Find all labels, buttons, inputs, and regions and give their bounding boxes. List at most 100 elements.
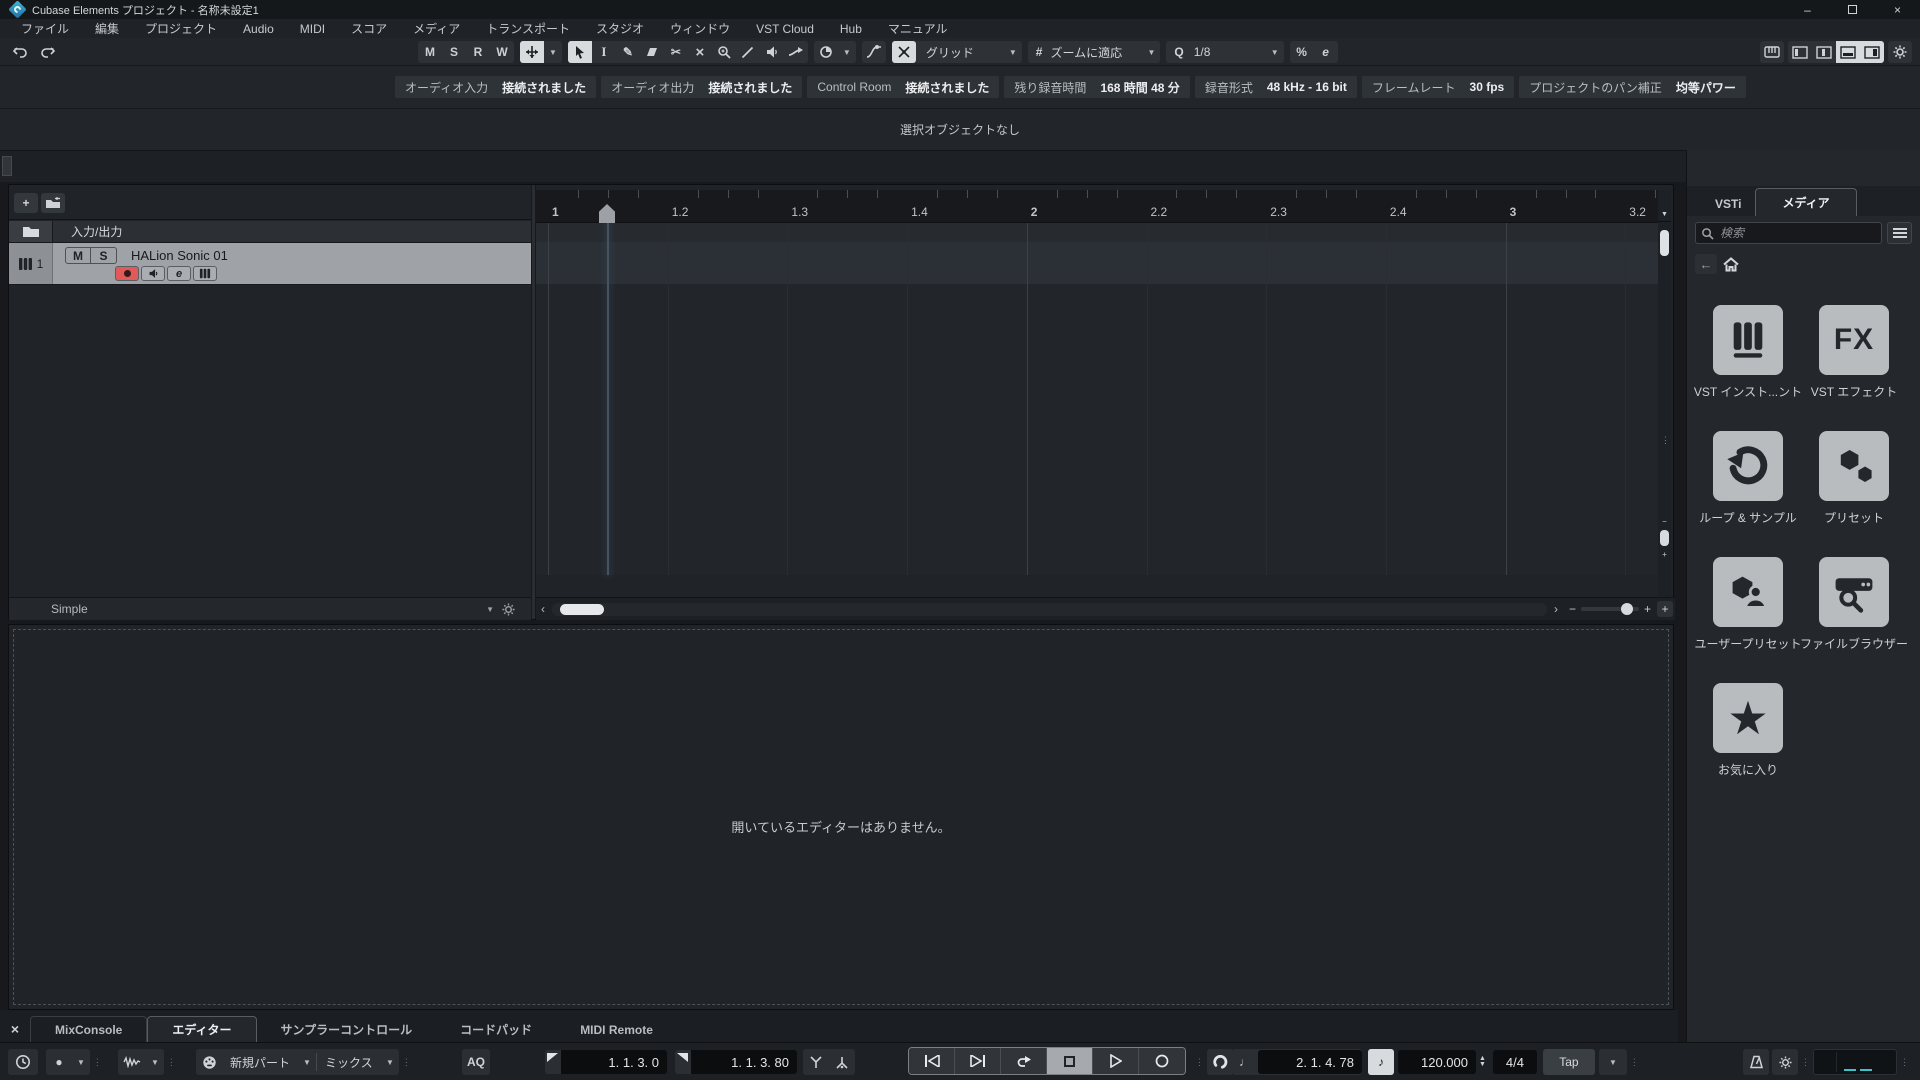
zoom-mode-dropdown[interactable]: ▼ — [1142, 48, 1160, 57]
global-r-button[interactable]: R — [466, 41, 490, 63]
close-button[interactable]: × — [1875, 0, 1920, 19]
track-settings-gear-icon[interactable] — [502, 602, 515, 616]
selection-tool-mode-button[interactable] — [814, 41, 838, 63]
media-tile-5[interactable]: ファイルブラウザー — [1800, 557, 1908, 652]
menu-item-0[interactable]: ファイル — [8, 19, 82, 38]
results-list-button[interactable] — [1887, 222, 1912, 244]
selection-tool-mode-dropdown[interactable]: ▼ — [838, 48, 856, 57]
auto-quantize-button[interactable]: AQ — [462, 1049, 490, 1075]
media-tile-4[interactable]: ユーザープリセット — [1694, 557, 1802, 652]
media-tile-2[interactable]: ループ & サンプル — [1699, 431, 1797, 526]
horizontal-scrollbar[interactable]: ‹ › − + + — [536, 597, 1675, 620]
quantize-panel-button[interactable]: e — [1314, 41, 1338, 63]
setup-window-layout-button[interactable] — [1888, 41, 1912, 63]
media-tile-6[interactable]: ★ お気に入り — [1713, 683, 1783, 778]
lower-zone-tab-3[interactable]: コードパッド — [436, 1016, 556, 1042]
menu-item-12[interactable]: マニュアル — [875, 19, 961, 38]
quantize-value[interactable]: 1/8 — [1192, 45, 1266, 59]
io-folder-track[interactable]: 入力/出力 — [9, 221, 531, 243]
add-track-button[interactable]: + — [14, 193, 38, 213]
track-preset-button[interactable] — [41, 193, 65, 213]
metronome-setup-button[interactable] — [1772, 1049, 1798, 1075]
draw-tool[interactable]: ✎ — [616, 41, 640, 63]
info-chip[interactable]: 録音形式 48 kHz - 16 bit — [1194, 76, 1357, 98]
scroll-right-arrow[interactable]: › — [1549, 602, 1563, 616]
global-m-button[interactable]: M — [418, 41, 442, 63]
lower-zone-tab-2[interactable]: サンプラーコントロール — [257, 1016, 437, 1042]
metronome-button[interactable] — [1743, 1049, 1769, 1075]
record-button[interactable] — [1139, 1048, 1185, 1074]
record-enable-button[interactable] — [115, 266, 139, 281]
time-format-button[interactable]: ♩ — [1232, 1049, 1258, 1075]
minimize-button[interactable]: – — [1785, 0, 1830, 19]
v-zoom-in[interactable]: + — [1662, 550, 1667, 559]
play-button[interactable] — [1093, 1048, 1139, 1074]
monitor-button[interactable] — [141, 266, 165, 281]
zoom-corner-button[interactable]: + — [1657, 601, 1673, 617]
menu-item-2[interactable]: プロジェクト — [132, 19, 230, 38]
menu-item-11[interactable]: Hub — [827, 19, 875, 38]
line-tool[interactable] — [736, 41, 760, 63]
menu-item-6[interactable]: メディア — [400, 19, 473, 38]
info-chip[interactable]: オーディオ出力 接続されました — [601, 76, 803, 98]
right-zone-tab-1[interactable]: メディア — [1755, 188, 1857, 216]
media-tile-1[interactable]: FX VST エフェクト — [1811, 305, 1897, 400]
position-display[interactable]: 2. 1. 4. 78 — [1258, 1050, 1362, 1074]
midi-record-part-mode[interactable]: 新規パート — [222, 1054, 298, 1071]
autoscroll-button[interactable] — [520, 41, 544, 63]
autoscroll-dropdown[interactable]: ▼ — [544, 48, 562, 57]
vertical-zoom-control[interactable]: − + — [1660, 517, 1669, 573]
play-tool[interactable] — [760, 41, 784, 63]
snap-button[interactable] — [891, 41, 916, 63]
record-mode-dropdown[interactable]: ▼ — [72, 1058, 90, 1067]
lower-zone-toggle[interactable] — [1836, 41, 1860, 63]
range-selection-tool[interactable]: I — [592, 41, 616, 63]
tap-tempo-button[interactable]: Tap — [1542, 1049, 1595, 1075]
time-signature-display[interactable]: 4/4 — [1492, 1050, 1537, 1074]
performance-meter-button[interactable] — [8, 1049, 38, 1075]
menu-item-1[interactable]: 編集 — [82, 19, 132, 38]
color-tool[interactable] — [784, 41, 808, 63]
automation-follows-button[interactable] — [861, 41, 886, 63]
track-mute-button[interactable]: M — [65, 247, 91, 264]
redo-button[interactable] — [36, 41, 60, 63]
menu-item-3[interactable]: Audio — [230, 19, 287, 38]
left-locator-display[interactable]: 1. 1. 3. 0 — [561, 1050, 667, 1074]
lower-zone-tab-1[interactable]: エディター — [147, 1016, 257, 1042]
h-zoom-knob[interactable] — [1620, 603, 1633, 615]
audio-record-mode-button[interactable] — [118, 1049, 146, 1075]
info-chip[interactable]: フレームレート 30 fps — [1361, 76, 1515, 98]
punch-out-button[interactable] — [829, 1049, 855, 1075]
goto-next-marker-button[interactable] — [955, 1048, 1001, 1074]
zoom-preset-label[interactable]: Simple — [51, 602, 88, 616]
object-selection-tool[interactable] — [567, 41, 592, 63]
global-w-button[interactable]: W — [490, 41, 514, 63]
track-solo-button[interactable]: S — [91, 247, 117, 264]
goto-previous-marker-button[interactable] — [909, 1048, 955, 1074]
h-zoom-out[interactable]: − — [1569, 602, 1576, 616]
info-chip[interactable]: Control Room 接続されました — [807, 76, 1000, 98]
v-zoom-knob[interactable] — [1660, 530, 1669, 546]
iterative-quantize-button[interactable]: % — [1290, 41, 1314, 63]
zoom-preset-dropdown[interactable]: ▼ — [486, 605, 494, 614]
horizontal-scroll-track[interactable] — [552, 602, 1547, 616]
scroll-left-arrow[interactable]: ‹ — [536, 602, 550, 616]
inspector-zone-toggle[interactable] — [1812, 41, 1836, 63]
media-tile-3[interactable]: プリセット — [1819, 431, 1889, 526]
lower-zone-close-button[interactable]: × — [0, 1016, 30, 1042]
instrument-button[interactable] — [193, 266, 217, 281]
home-button[interactable] — [1723, 256, 1739, 272]
grid-type-dropdown[interactable]: ▼ — [1004, 48, 1022, 57]
on-screen-keyboard-button[interactable] — [1760, 41, 1784, 63]
punch-in-button[interactable] — [803, 1049, 829, 1075]
zoom-tool[interactable] — [712, 41, 736, 63]
menu-item-5[interactable]: スコア — [338, 19, 400, 38]
split-tool[interactable]: ✂ — [664, 41, 688, 63]
right-locator-flag[interactable] — [675, 1050, 691, 1074]
tempo-dropdown[interactable]: ▼ — [1598, 1049, 1627, 1075]
event-lanes[interactable] — [536, 223, 1661, 575]
erase-tool[interactable] — [640, 41, 664, 63]
stop-button[interactable] — [1047, 1048, 1093, 1074]
midi-record-mix-dropdown[interactable]: ▼ — [381, 1058, 399, 1067]
h-zoom-track[interactable] — [1580, 603, 1639, 615]
